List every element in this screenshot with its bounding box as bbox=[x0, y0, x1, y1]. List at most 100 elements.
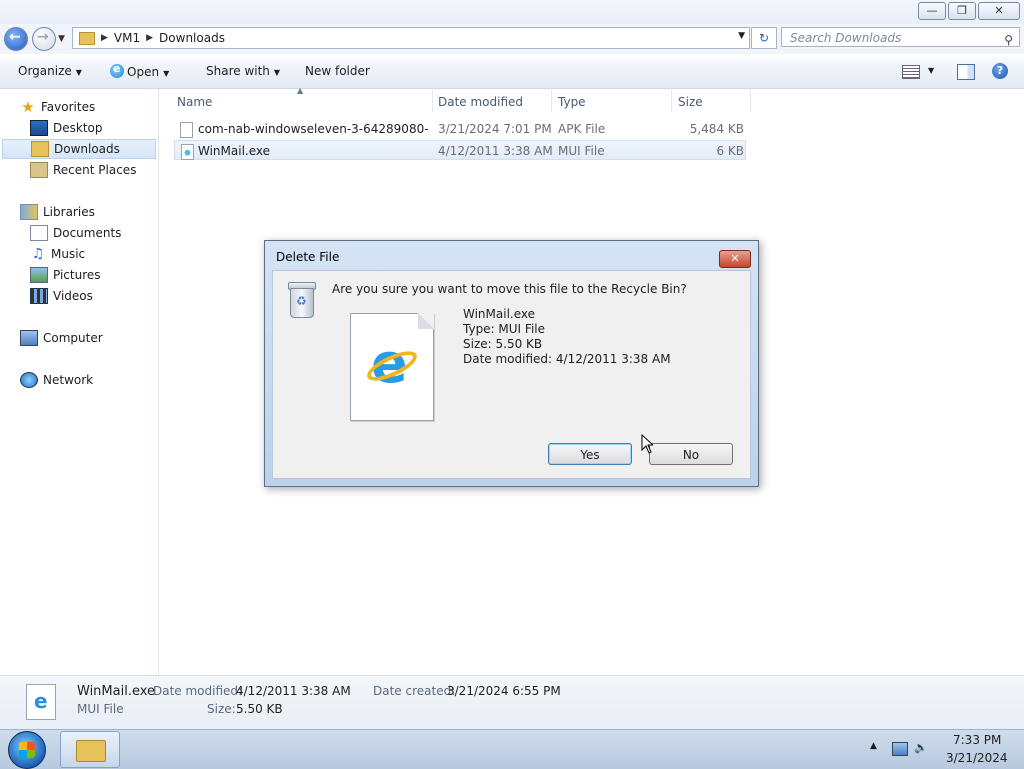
nav-label: Music bbox=[51, 247, 86, 261]
nav-item-recent-places[interactable]: Recent Places bbox=[30, 160, 136, 180]
search-input[interactable]: Search Downloads ⚲ bbox=[781, 27, 1020, 47]
forward-button[interactable] bbox=[32, 27, 56, 51]
details-file-name: WinMail.exe bbox=[77, 684, 156, 699]
column-divider[interactable] bbox=[750, 90, 751, 112]
no-button[interactable]: No bbox=[649, 443, 733, 465]
column-header-name[interactable]: Name bbox=[177, 92, 212, 112]
clock-date[interactable]: 3/21/2024 bbox=[946, 751, 1008, 765]
address-bar[interactable]: ▶ VM1 ▶ Downloads ▼ bbox=[72, 27, 750, 49]
file-preview-icon: e bbox=[350, 313, 434, 421]
details-size: 5.50 KB bbox=[236, 702, 283, 716]
file-name: com-nab-windowseleven-3-64289080-55... bbox=[198, 122, 428, 136]
dialog-title: Delete File bbox=[276, 250, 340, 264]
clock-time[interactable]: 7:33 PM bbox=[953, 733, 1001, 747]
preview-pane-icon[interactable] bbox=[957, 64, 975, 80]
nav-label: Network bbox=[43, 373, 94, 387]
desktop-icon bbox=[30, 120, 48, 136]
restore-button[interactable]: ❐ bbox=[948, 2, 976, 20]
start-button[interactable] bbox=[8, 731, 46, 769]
file-type: APK File bbox=[558, 122, 606, 136]
file-name: WinMail.exe bbox=[198, 144, 271, 158]
recent-pages-dropdown[interactable]: ▼ bbox=[58, 34, 65, 44]
videos-icon bbox=[30, 288, 48, 304]
details-date-modified-label: Date modified: bbox=[153, 684, 243, 698]
breadcrumb-vm1[interactable]: VM1 bbox=[114, 31, 140, 45]
dialog-file-info: WinMail.exe Type: MUI File Size: 5.50 KB… bbox=[463, 307, 671, 367]
nav-item-desktop[interactable]: Desktop bbox=[30, 118, 103, 138]
nav-label: Recent Places bbox=[53, 163, 137, 177]
file-thumbnail-icon bbox=[26, 684, 56, 720]
change-view-icon[interactable] bbox=[902, 65, 920, 79]
details-date-created-label: Date created: bbox=[373, 684, 456, 698]
close-button[interactable]: ✕ bbox=[978, 2, 1020, 20]
file-type: MUI File bbox=[558, 144, 605, 158]
nav-item-videos[interactable]: Videos bbox=[30, 286, 93, 306]
column-divider[interactable] bbox=[432, 90, 433, 112]
nav-computer[interactable]: Computer bbox=[20, 328, 103, 348]
new-folder-button[interactable]: New folder bbox=[305, 64, 370, 78]
dialog-close-button[interactable]: ✕ bbox=[719, 250, 751, 268]
mouse-cursor-icon bbox=[641, 434, 653, 454]
dialog-file-name: WinMail.exe bbox=[463, 307, 536, 321]
nav-favorites[interactable]: ★ Favorites bbox=[20, 97, 95, 117]
folder-icon bbox=[79, 31, 95, 45]
breadcrumb-downloads[interactable]: Downloads bbox=[159, 31, 225, 45]
back-button[interactable] bbox=[4, 27, 28, 51]
show-hidden-icons-icon[interactable]: ▲ bbox=[870, 741, 877, 751]
sort-ascending-icon: ▲ bbox=[297, 86, 304, 95]
yes-button[interactable]: Yes bbox=[548, 443, 632, 465]
open-label: Open bbox=[127, 65, 160, 79]
refresh-button[interactable]: ↻ bbox=[751, 27, 777, 49]
recent-places-icon bbox=[30, 162, 48, 178]
nav-item-downloads[interactable]: Downloads bbox=[2, 139, 156, 159]
taskbar-explorer-button[interactable] bbox=[60, 731, 120, 768]
internet-explorer-icon bbox=[110, 62, 124, 78]
details-date-modified: 4/12/2011 3:38 AM bbox=[236, 684, 351, 698]
column-header-type[interactable]: Type bbox=[558, 92, 586, 112]
window-title-bar bbox=[0, 0, 1024, 26]
organize-button[interactable]: Organize ▼ bbox=[18, 64, 82, 78]
column-divider[interactable] bbox=[551, 90, 552, 112]
file-size: 5,484 KB bbox=[689, 122, 744, 136]
network-icon bbox=[20, 372, 38, 388]
dialog-question: Are you sure you want to move this file … bbox=[332, 282, 687, 296]
file-row-selected[interactable]: WinMail.exe 4/12/2011 3:38 AM MUI File 6… bbox=[174, 140, 746, 160]
volume-muted-icon[interactable]: 🔈 bbox=[914, 742, 928, 754]
column-header-date-modified[interactable]: Date modified bbox=[438, 92, 523, 112]
dialog-file-size: Size: 5.50 KB bbox=[463, 337, 543, 351]
music-icon: ♫ bbox=[31, 246, 45, 262]
nav-label: Favorites bbox=[41, 100, 96, 114]
nav-label: Desktop bbox=[53, 121, 103, 135]
minimize-button[interactable]: — bbox=[918, 2, 946, 20]
chevron-right-icon[interactable]: ▶ bbox=[146, 33, 153, 43]
dialog-file-type: Type: MUI File bbox=[463, 322, 545, 336]
search-icon[interactable]: ⚲ bbox=[1004, 30, 1013, 50]
details-date-created: 3/21/2024 6:55 PM bbox=[447, 684, 561, 698]
nav-item-music[interactable]: ♫ Music bbox=[30, 244, 85, 264]
search-placeholder: Search Downloads bbox=[790, 31, 902, 45]
column-divider[interactable] bbox=[671, 90, 672, 112]
open-button[interactable]: Open▼ bbox=[110, 62, 169, 79]
file-icon bbox=[180, 122, 193, 138]
view-dropdown-icon[interactable]: ▼ bbox=[928, 66, 934, 75]
nav-label: Pictures bbox=[53, 268, 101, 282]
network-tray-icon[interactable] bbox=[892, 742, 908, 756]
nav-libraries[interactable]: Libraries bbox=[20, 202, 95, 222]
file-size: 6 KB bbox=[716, 144, 744, 158]
file-date: 3/21/2024 7:01 PM bbox=[438, 122, 552, 136]
new-folder-label: New folder bbox=[305, 64, 370, 78]
file-date: 4/12/2011 3:38 AM bbox=[438, 144, 553, 158]
documents-icon bbox=[30, 225, 48, 241]
chevron-right-icon[interactable]: ▶ bbox=[101, 33, 108, 43]
file-row[interactable]: com-nab-windowseleven-3-64289080-55... 3… bbox=[174, 119, 746, 139]
nav-network[interactable]: Network bbox=[20, 370, 93, 390]
address-dropdown-icon[interactable]: ▼ bbox=[738, 31, 745, 41]
column-header-size[interactable]: Size bbox=[678, 92, 703, 112]
details-file-type: MUI File bbox=[77, 702, 124, 716]
share-with-button[interactable]: Share with ▼ bbox=[206, 64, 280, 78]
computer-icon bbox=[20, 330, 38, 346]
nav-label: Libraries bbox=[43, 205, 95, 219]
help-icon[interactable]: ? bbox=[992, 63, 1008, 79]
nav-item-documents[interactable]: Documents bbox=[30, 223, 121, 243]
nav-item-pictures[interactable]: Pictures bbox=[30, 265, 101, 285]
